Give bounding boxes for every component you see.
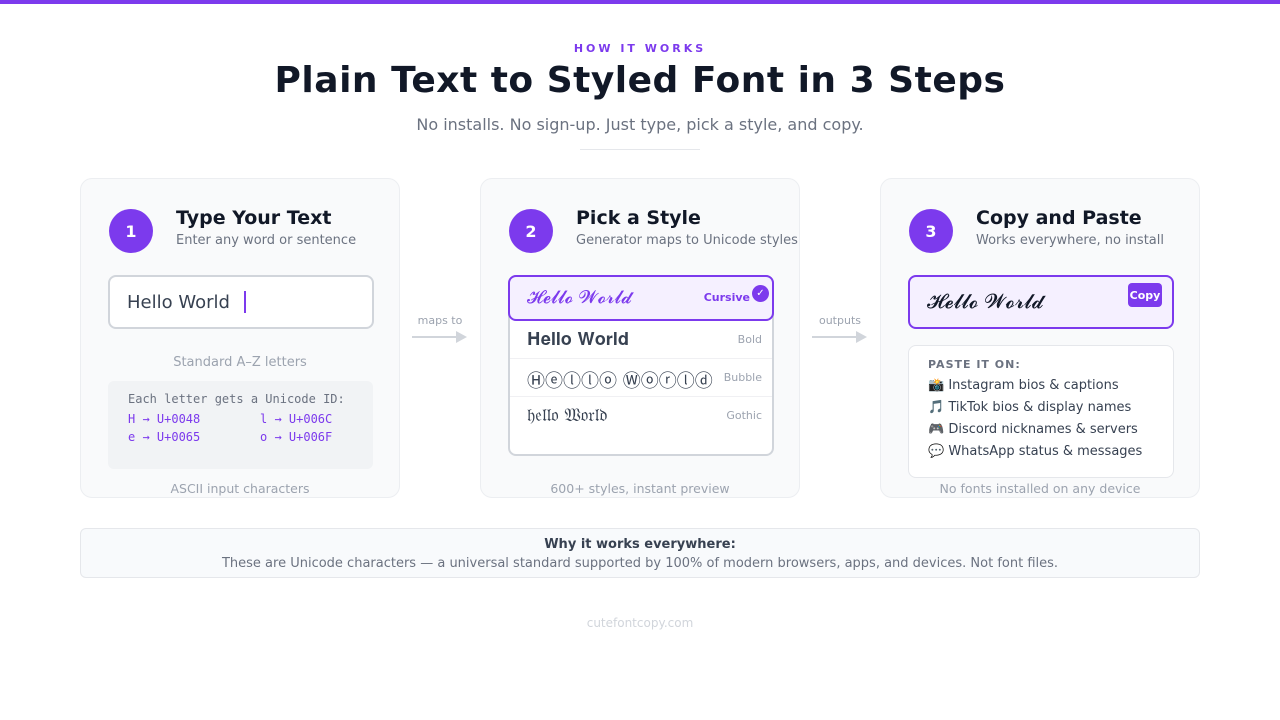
style-list: 𝓗𝓮𝓵𝓵𝓸 𝓦𝓸𝓻𝓵𝓭 Cursive ✓ 𝐇𝐞𝐥𝐥𝐨 𝐖𝐨𝐫𝐥𝐝 Bold Ⓗ…	[508, 275, 774, 456]
step-card-copy-paste: 3 Copy and Paste Works everywhere, no in…	[880, 178, 1200, 498]
right-arrow-icon	[412, 331, 467, 343]
style-name: Gothic	[726, 409, 762, 422]
input-caption: Standard A–Z letters	[173, 355, 307, 370]
style-preview: 𝓗𝓮𝓵𝓵𝓸 𝓦𝓸𝓻𝓵𝓭	[527, 287, 632, 308]
site-footer-link[interactable]: cutefontcopy.com	[0, 616, 1280, 630]
paste-item-whatsapp: 💬 WhatsApp status & messages	[928, 444, 1143, 459]
check-icon: ✓	[752, 285, 769, 302]
page-title: Plain Text to Styled Font in 3 Steps	[274, 60, 1006, 101]
paste-item-discord: 🎮 Discord nicknames & servers	[928, 422, 1138, 437]
banner-title: Why it works everywhere:	[544, 537, 736, 552]
step-number-badge: 3	[909, 209, 953, 253]
unicode-id-box: Each letter gets a Unicode ID: H → U+004…	[108, 381, 373, 469]
step-footer: 600+ styles, instant preview	[550, 481, 730, 496]
step-subtitle: Generator maps to Unicode styles	[576, 233, 798, 248]
step-card-type-text: 1 Type Your Text Enter any word or sente…	[80, 178, 400, 498]
arrow-outputs: outputs	[810, 314, 870, 345]
paste-destinations-box: PASTE IT ON: 📸 Instagram bios & captions…	[908, 345, 1174, 478]
step-subtitle: Works everywhere, no install	[976, 233, 1164, 248]
arrow-label: maps to	[417, 314, 463, 327]
unicode-id-item: l → U+006C	[260, 412, 333, 426]
unicode-id-item: H → U+0048	[128, 412, 201, 426]
style-preview: Ⓗⓔⓛⓛⓞ Ⓦⓞⓡⓛⓓ	[527, 371, 713, 392]
page-subtitle: No installs. No sign-up. Just type, pick…	[416, 115, 864, 134]
style-option-bold[interactable]: 𝐇𝐞𝐥𝐥𝐨 𝐖𝐨𝐫𝐥𝐝 Bold	[510, 321, 772, 359]
paste-item-instagram: 📸 Instagram bios & captions	[928, 378, 1119, 393]
styled-output-value: 𝓗𝓮𝓵𝓵𝓸 𝓦𝓸𝓻𝓵𝓭	[927, 289, 1044, 313]
style-name: Cursive	[703, 291, 750, 304]
paste-item-tiktok: 🎵 TikTok bios & display names	[928, 400, 1132, 415]
step-number-badge: 1	[109, 209, 153, 253]
step-number-badge: 2	[509, 209, 553, 253]
unicode-id-item: e → U+0065	[128, 430, 201, 444]
text-input[interactable]: Hello World	[108, 275, 374, 329]
step-subtitle: Enter any word or sentence	[176, 233, 357, 248]
unicode-id-title: Each letter gets a Unicode ID:	[128, 392, 345, 406]
banner-text: These are Unicode characters — a univers…	[221, 556, 1059, 571]
unicode-id-item: o → U+006F	[260, 430, 333, 444]
info-banner: Why it works everywhere: These are Unico…	[80, 528, 1200, 578]
header-divider	[580, 149, 700, 150]
style-option-cursive[interactable]: 𝓗𝓮𝓵𝓵𝓸 𝓦𝓸𝓻𝓵𝓭 Cursive ✓	[508, 275, 774, 321]
paste-title: PASTE IT ON:	[928, 358, 1021, 371]
style-name: Bold	[737, 333, 762, 346]
step-footer: No fonts installed on any device	[939, 481, 1141, 496]
step-card-pick-style: 2 Pick a Style Generator maps to Unicode…	[480, 178, 800, 498]
style-preview: 𝔥𝔢𝔩𝔩𝔬 𝔚𝔬𝔯𝔩𝔡	[527, 405, 608, 426]
style-name: Bubble	[723, 371, 762, 384]
styled-output-field[interactable]: 𝓗𝓮𝓵𝓵𝓸 𝓦𝓸𝓻𝓵𝓭 Copy	[908, 275, 1174, 329]
step-title: Pick a Style	[576, 207, 701, 229]
step-title: Type Your Text	[176, 207, 332, 229]
style-option-gothic[interactable]: 𝔥𝔢𝔩𝔩𝔬 𝔚𝔬𝔯𝔩𝔡 Gothic	[510, 397, 772, 435]
input-value: Hello World	[127, 291, 230, 313]
text-caret	[243, 291, 246, 313]
step-footer: ASCII input characters	[170, 481, 310, 496]
right-arrow-icon	[812, 331, 867, 343]
section-eyebrow: HOW IT WORKS	[573, 42, 707, 55]
style-preview: 𝐇𝐞𝐥𝐥𝐨 𝐖𝐨𝐫𝐥𝐝	[527, 329, 629, 350]
top-accent-bar	[0, 0, 1280, 4]
arrow-label: outputs	[818, 314, 861, 327]
copy-button[interactable]: Copy	[1128, 283, 1162, 307]
step-title: Copy and Paste	[976, 207, 1142, 229]
arrow-maps-to: maps to	[410, 314, 470, 345]
style-option-bubble[interactable]: Ⓗⓔⓛⓛⓞ Ⓦⓞⓡⓛⓓ Bubble	[510, 359, 772, 397]
